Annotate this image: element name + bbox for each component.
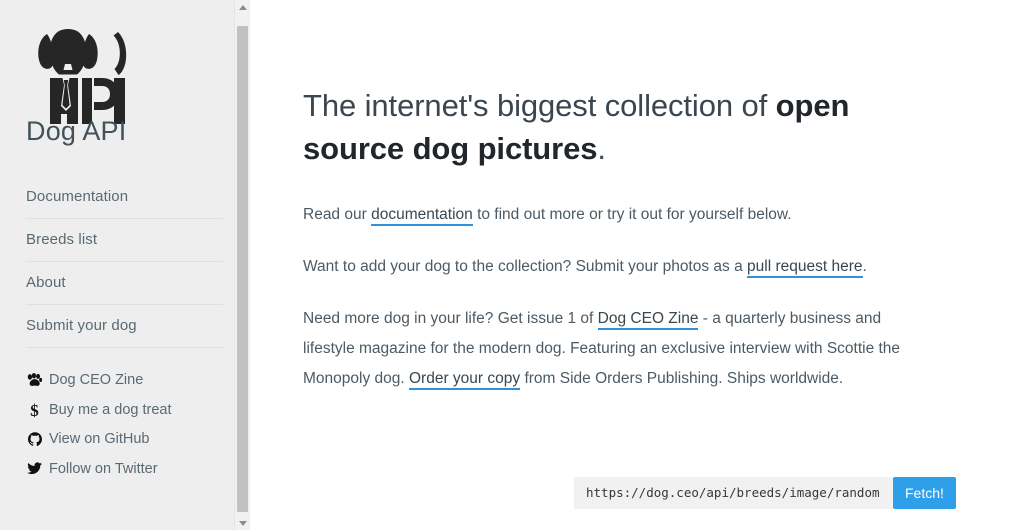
fetch-bar: Fetch! — [574, 477, 956, 509]
dollar-sign-icon: $ — [30, 400, 39, 420]
social-item-label: Follow on Twitter — [49, 460, 158, 477]
sidebar-social-list: Dog CEO Zine $ Buy me a dog treat View o… — [26, 370, 250, 481]
headline-prefix: The internet's biggest collection of — [303, 88, 776, 123]
sidebar-item-submit-your-dog[interactable]: Submit your dog — [26, 305, 223, 348]
main-content: The internet's biggest collection of ope… — [250, 0, 1024, 530]
sidebar-item-label[interactable]: Submit your dog — [26, 305, 223, 347]
social-item-follow-on-twitter[interactable]: Follow on Twitter — [26, 459, 250, 482]
paw-icon — [26, 373, 43, 387]
social-item-label: View on GitHub — [49, 430, 150, 447]
page-headline: The internet's biggest collection of ope… — [303, 84, 924, 170]
headline-suffix: . — [597, 131, 606, 166]
paragraph-pull-request: Want to add your dog to the collection? … — [303, 252, 924, 282]
social-item-view-on-github[interactable]: View on GitHub — [26, 429, 250, 452]
paragraph-text: Need more dog in your life? Get issue 1 … — [303, 310, 598, 327]
paragraph-zine: Need more dog in your life? Get issue 1 … — [303, 304, 924, 394]
fetch-button[interactable]: Fetch! — [893, 477, 956, 509]
social-item-label: Dog CEO Zine — [49, 372, 144, 388]
sidebar-item-breeds-list[interactable]: Breeds list — [26, 219, 223, 262]
sidebar-item-label[interactable]: About — [26, 262, 223, 304]
follow-on-twitter-link[interactable]: Follow on Twitter — [26, 459, 158, 479]
caret-up-icon[interactable] — [235, 0, 250, 14]
sidebar-scrollbar[interactable] — [234, 0, 250, 530]
sidebar-item-about[interactable]: About — [26, 262, 223, 305]
paragraph-text: . — [862, 258, 867, 275]
paragraph-text: Want to add your dog to the collection? … — [303, 258, 748, 275]
view-on-github-link[interactable]: View on GitHub — [26, 429, 149, 449]
paragraph-text: from Side Orders Publishing. Ships world… — [520, 370, 844, 387]
order-your-copy-link[interactable]: Order your copy — [409, 370, 521, 390]
github-icon — [26, 431, 43, 446]
sidebar-item-label[interactable]: Breeds list — [26, 219, 223, 261]
dog-ceo-zine-link[interactable]: Dog CEO Zine — [26, 370, 143, 390]
sidebar: Dog API Documentation Breeds list About … — [0, 0, 250, 530]
twitter-icon — [26, 462, 43, 475]
social-item-buy-me-a-dog-treat[interactable]: $ Buy me a dog treat — [26, 400, 250, 422]
page-root: Dog API Documentation Breeds list About … — [0, 0, 1024, 530]
pull-request-link[interactable]: pull request here — [747, 258, 863, 278]
scrollbar-thumb[interactable] — [237, 26, 248, 512]
documentation-link[interactable]: documentation — [371, 206, 473, 226]
paragraph-text: Read our — [303, 206, 372, 223]
sidebar-nav: Documentation Breeds list About Submit y… — [26, 176, 223, 348]
dog-ceo-zine-link[interactable]: Dog CEO Zine — [597, 310, 699, 330]
caret-down-icon[interactable] — [235, 516, 250, 530]
buy-me-a-dog-treat-link[interactable]: $ Buy me a dog treat — [26, 400, 172, 420]
dog-api-logo-icon[interactable] — [26, 0, 144, 124]
social-item-label: Buy me a dog treat — [49, 402, 172, 418]
sidebar-item-label[interactable]: Documentation — [26, 176, 223, 218]
brand-title: Dog API — [26, 116, 127, 146]
sidebar-item-documentation[interactable]: Documentation — [26, 176, 223, 219]
paragraph-text: to find out more or try it out for yours… — [472, 206, 792, 223]
social-item-dog-ceo-zine[interactable]: Dog CEO Zine — [26, 370, 250, 393]
paragraph-documentation: Read our documentation to find out more … — [303, 200, 924, 230]
api-url-input[interactable] — [574, 477, 893, 509]
